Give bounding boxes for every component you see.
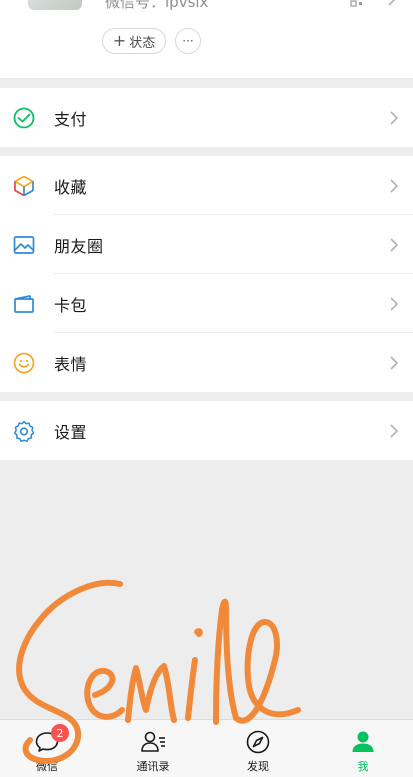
contacts-icon xyxy=(139,728,167,756)
moments-image-icon xyxy=(12,233,36,257)
menu-item-favorites[interactable]: 收藏 xyxy=(0,156,413,215)
favorites-cube-icon xyxy=(12,174,36,198)
wechat-id: 微信号：ipvsix xyxy=(105,0,209,11)
menu-item-settings[interactable]: 设置 xyxy=(0,401,413,460)
tab-contacts[interactable]: 通讯录 xyxy=(113,720,193,777)
tab-label: 微信 xyxy=(36,760,58,773)
card-wallet-icon xyxy=(12,292,36,316)
chevron-right-icon xyxy=(390,296,399,311)
tab-discover[interactable]: 发现 xyxy=(218,720,298,777)
settings-group: 设置 xyxy=(0,401,413,460)
plus-icon: + xyxy=(112,31,127,50)
content-group: 收藏 朋友圈 卡包 表情 xyxy=(0,156,413,392)
menu-item-label: 卡包 xyxy=(54,295,88,315)
tab-label: 通讯录 xyxy=(136,760,170,773)
chevron-right-icon[interactable] xyxy=(386,0,398,7)
add-status-button[interactable]: + 状态 xyxy=(102,28,166,54)
compass-icon xyxy=(244,728,272,756)
smiley-icon xyxy=(12,351,36,375)
menu-item-pay[interactable]: 支付 xyxy=(0,88,413,147)
chevron-right-icon xyxy=(390,178,399,193)
tab-me[interactable]: 我 xyxy=(323,720,403,777)
person-icon xyxy=(349,728,377,756)
chat-bubble-icon: 2 xyxy=(33,724,69,756)
tab-chats[interactable]: 2 微信 xyxy=(7,720,87,777)
menu-item-cards[interactable]: 卡包 xyxy=(0,274,413,333)
menu-item-label: 收藏 xyxy=(54,177,88,197)
menu-item-label: 设置 xyxy=(54,422,88,442)
avatar[interactable] xyxy=(28,0,82,10)
wechat-pay-icon xyxy=(12,106,36,130)
chevron-right-icon xyxy=(390,355,399,370)
qr-code-icon[interactable] xyxy=(350,0,364,7)
menu-item-moments[interactable]: 朋友圈 xyxy=(0,215,413,274)
tab-label: 发现 xyxy=(247,760,269,773)
profile-header[interactable]: 微信号：ipvsix + 状态 ··· xyxy=(0,0,413,78)
bottom-tab-bar: 2 微信 通讯录 发现 我 xyxy=(0,719,413,777)
more-status-button[interactable]: ··· xyxy=(175,28,201,54)
menu-item-label: 朋友圈 xyxy=(54,236,104,256)
chevron-right-icon xyxy=(390,423,399,438)
menu-item-label: 表情 xyxy=(54,354,88,374)
menu-item-stickers[interactable]: 表情 xyxy=(0,333,413,392)
menu-item-label: 支付 xyxy=(54,109,88,129)
pay-group: 支付 xyxy=(0,88,413,147)
chevron-right-icon xyxy=(390,237,399,252)
tab-label: 我 xyxy=(357,760,369,773)
status-button-label: 状态 xyxy=(129,35,156,51)
unread-badge: 2 xyxy=(51,724,69,742)
gear-icon xyxy=(12,419,36,443)
chevron-right-icon xyxy=(390,110,399,125)
